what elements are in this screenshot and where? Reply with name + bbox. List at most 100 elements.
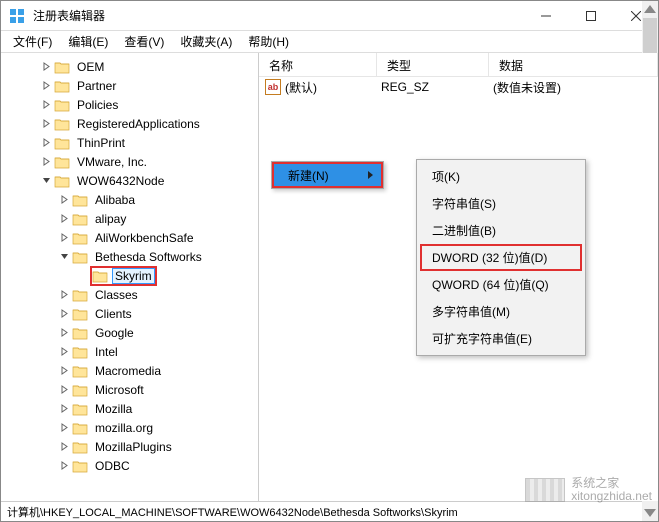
chevron-right-icon[interactable] [57, 288, 71, 302]
chevron-right-icon [359, 170, 381, 180]
tree-item[interactable]: MozillaPlugins [3, 437, 258, 456]
tree-item-label[interactable]: Bethesda Softworks [92, 249, 205, 265]
chevron-right-icon[interactable] [39, 117, 53, 131]
chevron-right-icon[interactable] [57, 402, 71, 416]
submenu-item[interactable]: 项(K) [420, 163, 582, 190]
submenu-item[interactable]: 二进制值(B) [420, 217, 582, 244]
tree-item[interactable]: Bethesda Softworks [3, 247, 258, 266]
tree-item[interactable]: Google [3, 323, 258, 342]
tree-item-label[interactable]: WOW6432Node [74, 173, 167, 189]
menu-file[interactable]: 文件(F) [5, 31, 60, 52]
chevron-right-icon[interactable] [39, 79, 53, 93]
minimize-button[interactable] [523, 1, 568, 30]
tree-pane[interactable]: OEM Partner Policies RegisteredApplications… [1, 53, 259, 501]
chevron-right-icon[interactable] [57, 231, 71, 245]
col-header-type[interactable]: 类型 [377, 53, 489, 76]
col-header-name[interactable]: 名称 [259, 53, 377, 76]
chevron-right-icon[interactable] [57, 307, 71, 321]
tree-item[interactable]: WOW6432Node [3, 171, 258, 190]
tree-item[interactable]: OEM [3, 57, 258, 76]
folder-icon [54, 174, 70, 188]
tree-item-label[interactable]: Partner [74, 78, 119, 94]
chevron-right-icon[interactable] [57, 440, 71, 454]
tree-item[interactable]: AliWorkbenchSafe [3, 228, 258, 247]
chevron-right-icon[interactable] [39, 98, 53, 112]
tree-item-label[interactable]: VMware, Inc. [74, 154, 150, 170]
submenu-item[interactable]: 可扩充字符串值(E) [420, 325, 582, 352]
tree-item[interactable]: Clients [3, 304, 258, 323]
tree-item-label[interactable]: Alibaba [92, 192, 138, 208]
tree-item[interactable]: ODBC [3, 456, 258, 475]
submenu-item[interactable]: 多字符串值(M) [420, 298, 582, 325]
tree-item-label[interactable]: OEM [74, 59, 107, 75]
tree-item-label[interactable]: Macromedia [92, 363, 164, 379]
tree-item[interactable]: Partner [3, 76, 258, 95]
tree-item[interactable]: alipay [3, 209, 258, 228]
folder-icon [72, 250, 88, 264]
expander-none [75, 269, 89, 283]
tree-item-label[interactable]: ThinPrint [74, 135, 128, 151]
tree-item-label[interactable]: Intel [92, 344, 121, 360]
chevron-down-icon[interactable] [57, 250, 71, 264]
chevron-down-icon[interactable] [39, 174, 53, 188]
app-icon [9, 8, 25, 24]
menu-edit[interactable]: 编辑(E) [60, 31, 116, 52]
tree-item-label[interactable]: Classes [92, 287, 141, 303]
col-header-data[interactable]: 数据 [489, 53, 658, 76]
tree-item[interactable]: Skyrim [3, 266, 258, 285]
folder-icon [54, 98, 70, 112]
menu-help[interactable]: 帮助(H) [240, 31, 297, 52]
folder-icon [54, 155, 70, 169]
tree-item[interactable]: Alibaba [3, 190, 258, 209]
tree-item[interactable]: RegisteredApplications [3, 114, 258, 133]
chevron-right-icon[interactable] [57, 459, 71, 473]
menu-favorites[interactable]: 收藏夹(A) [172, 31, 240, 52]
chevron-right-icon[interactable] [57, 193, 71, 207]
list-row[interactable]: ab(默认)REG_SZ(数值未设置) [259, 77, 658, 97]
folder-icon [72, 307, 88, 321]
tree-item-label[interactable]: AliWorkbenchSafe [92, 230, 197, 246]
tree-item-label[interactable]: Mozilla [92, 401, 135, 417]
folder-icon [54, 117, 70, 131]
chevron-right-icon[interactable] [57, 212, 71, 226]
tree-item-label[interactable]: alipay [92, 211, 129, 227]
tree-item[interactable]: ThinPrint [3, 133, 258, 152]
chevron-right-icon[interactable] [39, 155, 53, 169]
tree-item-label[interactable]: RegisteredApplications [74, 116, 203, 132]
tree-item[interactable]: Classes [3, 285, 258, 304]
tree-item[interactable]: Macromedia [3, 361, 258, 380]
folder-icon [72, 345, 88, 359]
tree-item-label[interactable]: Skyrim [112, 268, 155, 284]
tree-item-label[interactable]: ODBC [92, 458, 133, 474]
chevron-right-icon[interactable] [57, 421, 71, 435]
chevron-right-icon[interactable] [39, 136, 53, 150]
chevron-right-icon[interactable] [57, 345, 71, 359]
chevron-right-icon[interactable] [57, 383, 71, 397]
maximize-button[interactable] [568, 1, 613, 30]
chevron-right-icon[interactable] [57, 364, 71, 378]
context-item-new[interactable]: 新建(N) [274, 167, 359, 184]
submenu-item[interactable]: DWORD (32 位)值(D) [420, 244, 582, 271]
folder-icon [72, 459, 88, 473]
tree-item-label[interactable]: Google [92, 325, 137, 341]
string-value-icon: ab [265, 79, 281, 95]
tree-item[interactable]: VMware, Inc. [3, 152, 258, 171]
tree-item-label[interactable]: MozillaPlugins [92, 439, 175, 455]
submenu-item[interactable]: QWORD (64 位)值(Q) [420, 271, 582, 298]
menu-view[interactable]: 查看(V) [116, 31, 172, 52]
tree-item[interactable]: Policies [3, 95, 258, 114]
tree-item[interactable]: Microsoft [3, 380, 258, 399]
submenu-item[interactable]: 字符串值(S) [420, 190, 582, 217]
tree-item[interactable]: mozilla.org [3, 418, 258, 437]
folder-icon [72, 193, 88, 207]
tree-item[interactable]: Intel [3, 342, 258, 361]
tree-item-label[interactable]: Clients [92, 306, 135, 322]
chevron-right-icon[interactable] [39, 60, 53, 74]
tree-item-label[interactable]: mozilla.org [92, 420, 156, 436]
chevron-right-icon[interactable] [57, 326, 71, 340]
tree-item[interactable]: Mozilla [3, 399, 258, 418]
tree-item-label[interactable]: Microsoft [92, 382, 147, 398]
tree-item-label[interactable]: Policies [74, 97, 121, 113]
context-menu-new[interactable]: 新建(N) [271, 161, 384, 189]
folder-icon [72, 383, 88, 397]
